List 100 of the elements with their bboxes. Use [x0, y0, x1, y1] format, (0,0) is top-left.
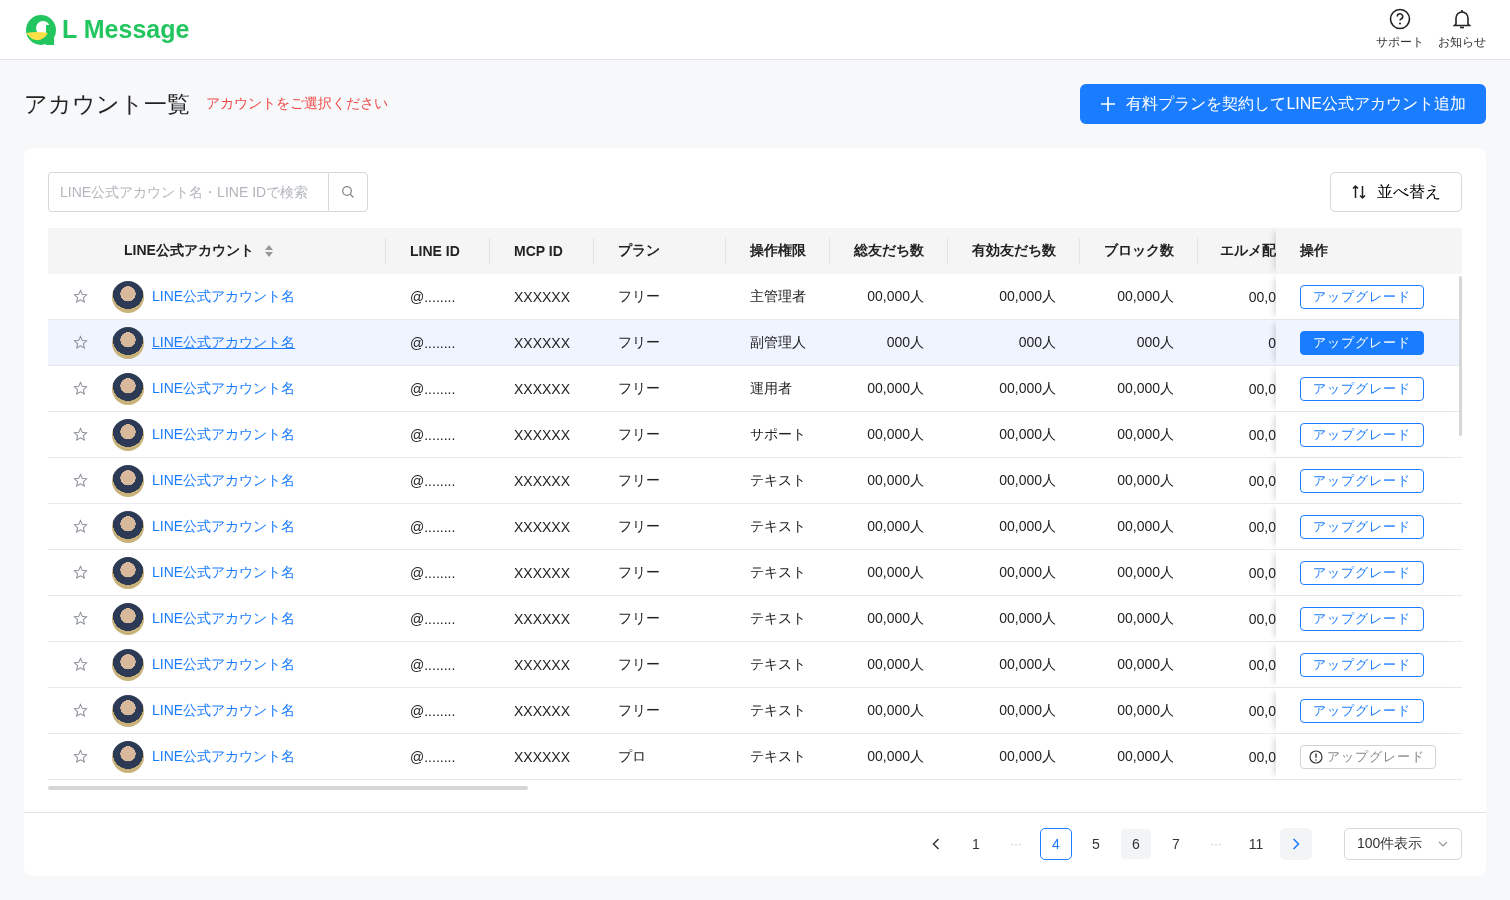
count: 00,000人 — [999, 701, 1056, 720]
line-id: @........ — [410, 702, 456, 719]
upgrade-button[interactable]: アップグレード — [1300, 376, 1424, 401]
upgrade-button[interactable]: アップグレード — [1300, 652, 1424, 677]
star-icon[interactable] — [72, 703, 88, 718]
upgrade-button[interactable]: アップグレード — [1300, 606, 1424, 631]
plan: プロ — [618, 747, 646, 766]
avatar — [112, 418, 144, 451]
column-header: MCP ID — [514, 243, 563, 259]
count: 00,000人 — [999, 563, 1056, 582]
role: テキスト — [750, 563, 806, 582]
page-button[interactable]: 4 — [1040, 828, 1072, 860]
count: 00,0 — [1248, 748, 1276, 765]
star-icon[interactable] — [72, 335, 88, 350]
account-name-link[interactable]: LINE公式アカウント名 — [152, 517, 296, 536]
account-name-link[interactable]: LINE公式アカウント名 — [152, 471, 296, 490]
account-name-link[interactable]: LINE公式アカウント名 — [152, 333, 296, 352]
count: 00,000人 — [999, 609, 1056, 628]
plan: フリー — [618, 609, 660, 628]
count: 00,000人 — [867, 655, 924, 674]
count: 00,0 — [1248, 610, 1276, 627]
count: 00,000人 — [999, 471, 1056, 490]
sort-button[interactable]: 並べ替え — [1330, 172, 1462, 212]
role: テキスト — [750, 747, 806, 766]
support-button[interactable]: サポート — [1376, 8, 1424, 51]
plan: フリー — [618, 333, 660, 352]
plan: フリー — [618, 563, 660, 582]
account-name-link[interactable]: LINE公式アカウント名 — [152, 287, 296, 306]
avatar — [112, 694, 144, 727]
upgrade-button[interactable]: アップグレード — [1300, 514, 1424, 539]
page-ellipsis: ··· — [1009, 837, 1023, 851]
count: 000人 — [1136, 333, 1174, 352]
page-button[interactable]: 6 — [1120, 828, 1152, 860]
count: 00,000人 — [999, 425, 1056, 444]
count: 00,000人 — [1117, 609, 1174, 628]
star-icon[interactable] — [72, 381, 88, 396]
upgrade-button[interactable]: アップグレード — [1300, 284, 1424, 309]
mcp-id: XXXXXX — [514, 334, 571, 351]
role: テキスト — [750, 609, 806, 628]
count: 00,000人 — [999, 379, 1056, 398]
mcp-id: XXXXXX — [514, 564, 571, 581]
mcp-id: XXXXXX — [514, 656, 571, 673]
plan: フリー — [618, 379, 660, 398]
star-icon[interactable] — [72, 427, 88, 442]
avatar — [112, 280, 144, 313]
account-name-link[interactable]: LINE公式アカウント名 — [152, 655, 296, 674]
search-field[interactable]: LINE公式アカウント名・LINE IDで検索 — [48, 172, 328, 212]
plan: フリー — [618, 471, 660, 490]
column-header: LINE ID — [410, 243, 460, 259]
line-id: @........ — [410, 426, 456, 443]
column-header: 操作 — [1300, 242, 1328, 260]
account-name-link[interactable]: LINE公式アカウント名 — [152, 609, 296, 628]
line-id: @........ — [410, 334, 456, 351]
page-size-select[interactable]: 100件表示 — [1344, 828, 1462, 860]
line-id: @........ — [410, 380, 456, 397]
page-ellipsis: ··· — [1209, 837, 1223, 851]
star-icon[interactable] — [72, 473, 88, 488]
plan: フリー — [618, 655, 660, 674]
add-account-button[interactable]: 有料プランを契約してLINE公式アカウント追加 — [1080, 84, 1486, 124]
upgrade-button[interactable]: アップグレード — [1300, 560, 1424, 585]
count: 00,000人 — [867, 747, 924, 766]
info-icon — [1309, 749, 1323, 764]
avatar — [112, 740, 144, 773]
notifications-button[interactable]: お知らせ — [1438, 8, 1486, 51]
account-name-link[interactable]: LINE公式アカウント名 — [152, 379, 296, 398]
upgrade-button[interactable]: アップグレード — [1300, 330, 1424, 355]
sort-arrows-icon[interactable] — [263, 244, 274, 258]
count: 00,000人 — [867, 379, 924, 398]
logo-text: L Message — [62, 15, 190, 44]
column-header: 有効友だち数 — [972, 242, 1056, 260]
role: テキスト — [750, 655, 806, 674]
count: 00,0 — [1248, 518, 1276, 535]
upgrade-button[interactable]: アップグレード — [1300, 422, 1424, 447]
count: 000人 — [886, 333, 924, 352]
star-icon[interactable] — [72, 289, 88, 304]
star-icon[interactable] — [72, 519, 88, 534]
plan: フリー — [618, 425, 660, 444]
logo-icon — [24, 12, 58, 47]
star-icon[interactable] — [72, 565, 88, 580]
count: 00,000人 — [1117, 471, 1174, 490]
upgrade-button[interactable]: アップグレード — [1300, 698, 1424, 723]
bell-icon — [1451, 8, 1473, 30]
count: 0 — [1268, 334, 1276, 351]
count: 00,0 — [1248, 288, 1276, 305]
count: 00,000人 — [999, 517, 1056, 536]
count: 00,000人 — [1117, 701, 1174, 720]
upgrade-button[interactable]: アップグレード — [1300, 468, 1424, 493]
account-name-link[interactable]: LINE公式アカウント名 — [152, 425, 296, 444]
count: 00,000人 — [867, 425, 924, 444]
mcp-id: XXXXXX — [514, 472, 571, 489]
star-icon[interactable] — [72, 657, 88, 672]
count: 00,000人 — [1117, 563, 1174, 582]
search-button[interactable] — [328, 172, 368, 212]
account-name-link[interactable]: LINE公式アカウント名 — [152, 563, 296, 582]
column-header: エルメ配 — [1220, 242, 1276, 260]
sort-icon — [1351, 184, 1367, 200]
star-icon[interactable] — [72, 611, 88, 626]
column-header: LINE公式アカウント — [124, 242, 254, 260]
account-name-link[interactable]: LINE公式アカウント名 — [152, 701, 296, 720]
page-title: アカウント一覧 — [24, 89, 190, 119]
